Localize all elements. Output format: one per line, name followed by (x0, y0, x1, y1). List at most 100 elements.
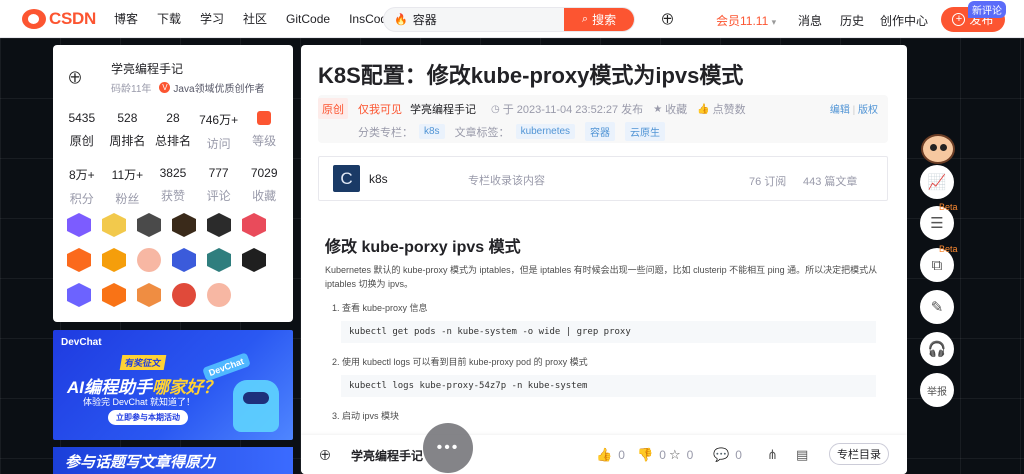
dislike-action[interactable]: 👎 0 (637, 447, 666, 463)
devchat-ad-banner[interactable]: DevChat 有奖征文 AI编程助手哪家好？ 体验完 DevChat 就知道了… (53, 330, 293, 440)
like-label: 点赞数 (712, 104, 746, 116)
nav-history[interactable]: 历史 (840, 12, 864, 29)
badge-icon[interactable] (102, 213, 126, 237)
stat-level[interactable]: 等级 (243, 111, 285, 152)
column-toc-button[interactable]: 专栏目录 (829, 443, 889, 465)
new-comment-badge[interactable]: 新评论 (968, 1, 1006, 18)
code-block-2[interactable]: kubectl logs kube-proxy-54z7p -n kube-sy… (341, 375, 876, 397)
badge-list (67, 213, 281, 318)
meta-divider: | (852, 105, 856, 116)
beta-badge: Beta (939, 202, 958, 212)
clock-icon: ◷ (491, 103, 500, 115)
member-link[interactable]: 会员11.11 ▾ (716, 12, 776, 29)
search-input[interactable]: 容器 (413, 11, 564, 28)
star-icon: ☆ (669, 447, 681, 462)
comment-icon: 💬 (713, 447, 730, 462)
badge-icon[interactable] (67, 248, 91, 272)
article-paragraph: Kubernetes 默认的 kube-proxy 模式为 iptables，但… (325, 265, 878, 289)
stat-fans[interactable]: 11万+ 粉丝 (106, 166, 148, 207)
stats-row-2: 8万+ 积分 11万+ 粉丝 3825 获赞 777 评论 7029 收藏 (53, 166, 293, 207)
topic-ad-banner[interactable]: 参与话题写文章得原力 (53, 447, 293, 474)
stat-favorites[interactable]: 7029 收藏 (243, 166, 285, 207)
article-author[interactable]: 学亮编程手记 (410, 101, 476, 117)
stat-value: 28 (166, 111, 180, 125)
more-menu-button[interactable]: ••• (423, 423, 473, 473)
stat-week-rank[interactable]: 528 周排名 (106, 111, 148, 152)
more-dots-icon: ••• (436, 439, 460, 456)
tag-chip[interactable]: 容器 (585, 122, 616, 141)
trend-chart-button[interactable]: 📈 (920, 165, 954, 199)
report-button[interactable]: 举报 (920, 373, 954, 407)
author-years: 码龄11年 (111, 84, 152, 95)
badge-icon[interactable] (102, 283, 126, 307)
mascot-eye (940, 144, 947, 151)
nav-item-learn[interactable]: 学习 (200, 10, 224, 27)
pdf-action[interactable]: ▤ (796, 447, 814, 463)
badge-icon[interactable] (207, 248, 231, 272)
article-bottom-bar: ㊉ 学亮编程手记 👍 0 👎 0 ☆ 0 💬 0 ⋔ ▤ 专栏目录 (301, 435, 907, 474)
author-avatar[interactable]: ㊉ (69, 62, 105, 94)
badge-icon[interactable] (207, 213, 231, 237)
ad-cta-button[interactable]: 立即参与本期活动 (108, 410, 188, 425)
mascot-icon[interactable] (915, 128, 961, 168)
csdn-logo[interactable]: CSDN (22, 8, 96, 29)
badge-icon[interactable] (242, 213, 266, 237)
chart-icon: 📈 (927, 174, 947, 191)
bottom-avatar[interactable]: ㊉ (320, 447, 330, 462)
badge-icon[interactable] (67, 213, 91, 237)
nav-item-gitcode[interactable]: GitCode (286, 12, 330, 26)
nav-messages[interactable]: 消息 (798, 12, 822, 29)
category-chip[interactable]: k8s (419, 124, 445, 139)
badge-icon[interactable] (67, 283, 91, 307)
hot-fire-icon: 🔥 (394, 14, 408, 26)
bottom-author-name[interactable]: 学亮编程手记 (351, 447, 423, 464)
nav-item-community[interactable]: 社区 (243, 10, 267, 27)
headset-icon: 🎧 (927, 341, 947, 358)
nav-creator-center[interactable]: 创作中心 (880, 12, 928, 29)
like-button[interactable]: 👍 点赞数 (697, 101, 745, 117)
monkey-badge-icon[interactable] (207, 283, 231, 307)
badge-icon[interactable] (102, 248, 126, 272)
stat-value: 7029 (250, 166, 278, 180)
stat-likes[interactable]: 3825 获赞 (152, 166, 194, 207)
tag-chip[interactable]: kubernetes (515, 124, 576, 139)
csdn-logo-icon (22, 8, 46, 29)
author-name[interactable]: 学亮编程手记 (111, 60, 265, 77)
step-2: 2. 使用 kubectl logs 可以看到目前 kube-proxy pod… (332, 357, 588, 367)
code-block-1[interactable]: kubectl get pods -n kube-system -o wide … (341, 321, 876, 343)
nav-item-blog[interactable]: 博客 (114, 10, 138, 27)
nav-item-download[interactable]: 下载 (157, 10, 181, 27)
comment-action[interactable]: 💬 0 (713, 447, 742, 463)
stat-total-rank[interactable]: 28 总排名 (152, 111, 194, 152)
favorite-button[interactable]: ★ 收藏 (653, 101, 687, 117)
favorite-action[interactable]: ☆ 0 (669, 447, 693, 463)
column-icon: C (333, 165, 360, 192)
support-button[interactable]: 🎧 (920, 332, 954, 366)
badge-icon[interactable] (172, 283, 196, 307)
search-box[interactable]: 🔥 容器 ⌕ 搜索 (383, 7, 635, 32)
edit-link[interactable]: 编辑 (830, 105, 850, 116)
edit-note-button[interactable]: ✎ (920, 290, 954, 324)
github-badge-icon[interactable] (137, 213, 161, 237)
user-avatar[interactable]: ㊉ (662, 8, 692, 30)
stat-label: 收藏 (252, 189, 277, 203)
badge-icon[interactable] (137, 283, 161, 307)
stat-visits[interactable]: 746万+ 访问 (198, 111, 240, 152)
monkey-badge-icon[interactable] (137, 248, 161, 272)
stat-value: 777 (208, 166, 229, 180)
pdf-icon: ▤ (796, 447, 809, 462)
copyright-link[interactable]: 版权 (858, 105, 878, 116)
column-card[interactable]: C k8s 专栏收录该内容 76 订阅 443 篇文章 (318, 156, 888, 201)
stat-points[interactable]: 8万+ 积分 (61, 166, 103, 207)
stat-original[interactable]: 5435 原创 (61, 111, 103, 152)
share-action[interactable]: ⋔ (767, 447, 784, 463)
tag-chip[interactable]: 云原生 (625, 122, 666, 141)
rocket-badge-icon[interactable] (172, 248, 196, 272)
badge-icon[interactable] (172, 213, 196, 237)
stat-comments[interactable]: 777 评论 (198, 166, 240, 207)
badge-icon[interactable] (242, 248, 266, 272)
chevron-down-icon: ▾ (771, 17, 777, 27)
like-action[interactable]: 👍 0 (596, 447, 625, 463)
mascot-eye (930, 144, 937, 151)
search-button[interactable]: ⌕ 搜索 (564, 8, 634, 31)
